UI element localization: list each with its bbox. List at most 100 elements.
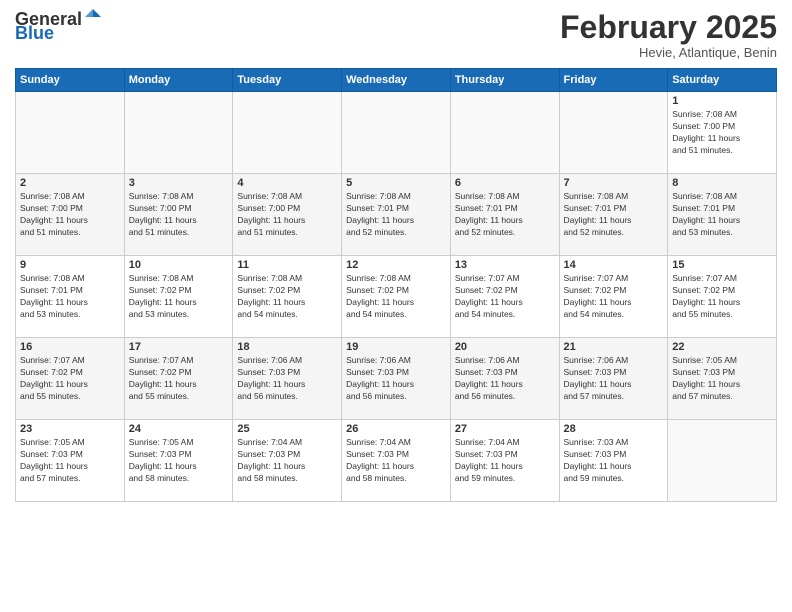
- calendar-cell: 23 Sunrise: 7:05 AMSunset: 7:03 PMDayligh…: [16, 420, 125, 502]
- calendar-cell: 28 Sunrise: 7:03 AMSunset: 7:03 PMDayligh…: [559, 420, 668, 502]
- calendar-cell: 19 Sunrise: 7:06 AMSunset: 7:03 PMDayligh…: [342, 338, 451, 420]
- day-info: Sunrise: 7:08 AMSunset: 7:02 PMDaylight:…: [129, 273, 229, 321]
- day-number: 18: [237, 341, 337, 353]
- calendar: SundayMondayTuesdayWednesdayThursdayFrid…: [15, 68, 777, 502]
- calendar-cell: 14Sunrise: 7:07 AMSunset: 7:02 PMDayligh…: [559, 256, 668, 338]
- day-info: Sunrise: 7:03 AMSunset: 7:03 PMDaylight:…: [564, 437, 664, 485]
- calendar-cell: 4 Sunrise: 7:08 AMSunset: 7:00 PMDaylight…: [233, 174, 342, 256]
- calendar-cell: 13 Sunrise: 7:07 AMSunset: 7:02 PMDayligh…: [450, 256, 559, 338]
- day-info: Sunrise: 7:06 AMSunset: 7:03 PMDaylight:…: [237, 355, 337, 403]
- calendar-cell: 25 Sunrise: 7:04 AMSunset: 7:03 PMDayligh…: [233, 420, 342, 502]
- day-number: 24: [129, 423, 229, 435]
- day-info: Sunrise: 7:08 AMSunset: 7:00 PMDaylight:…: [20, 191, 120, 239]
- day-info: Sunrise: 7:06 AMSunset: 7:03 PMDaylight:…: [455, 355, 555, 403]
- day-number: 2: [20, 177, 120, 189]
- month-title: February 2025: [560, 10, 777, 45]
- day-info: Sunrise: 7:07 AMSunset: 7:02 PMDaylight:…: [672, 273, 772, 321]
- day-number: 12: [346, 259, 446, 271]
- day-header-monday: Monday: [124, 69, 233, 92]
- calendar-cell: 11 Sunrise: 7:08 AMSunset: 7:02 PMDayligh…: [233, 256, 342, 338]
- day-info: Sunrise: 7:06 AMSunset: 7:03 PMDaylight:…: [564, 355, 664, 403]
- day-number: 1: [672, 95, 772, 107]
- day-info: Sunrise: 7:08 AMSunset: 7:00 PMDaylight:…: [129, 191, 229, 239]
- calendar-cell: [559, 92, 668, 174]
- calendar-cell: [233, 92, 342, 174]
- day-info: Sunrise: 7:04 AMSunset: 7:03 PMDaylight:…: [455, 437, 555, 485]
- calendar-cell: [16, 92, 125, 174]
- title-block: February 2025 Hevie, Atlantique, Benin: [560, 10, 777, 60]
- day-number: 15: [672, 259, 772, 271]
- calendar-header-row: SundayMondayTuesdayWednesdayThursdayFrid…: [16, 69, 777, 92]
- day-info: Sunrise: 7:07 AMSunset: 7:02 PMDaylight:…: [564, 273, 664, 321]
- day-number: 13: [455, 259, 555, 271]
- day-header-friday: Friday: [559, 69, 668, 92]
- page: General Blue February 2025 Hevie, Atlant…: [0, 0, 792, 612]
- calendar-week-row: 1 Sunrise: 7:08 AMSunset: 7:00 PMDaylight…: [16, 92, 777, 174]
- day-info: Sunrise: 7:08 AMSunset: 7:01 PMDaylight:…: [455, 191, 555, 239]
- day-number: 23: [20, 423, 120, 435]
- day-header-thursday: Thursday: [450, 69, 559, 92]
- day-number: 27: [455, 423, 555, 435]
- calendar-cell: 15 Sunrise: 7:07 AMSunset: 7:02 PMDayligh…: [668, 256, 777, 338]
- day-number: 4: [237, 177, 337, 189]
- calendar-cell: 10 Sunrise: 7:08 AMSunset: 7:02 PMDayligh…: [124, 256, 233, 338]
- day-number: 28: [564, 423, 664, 435]
- day-number: 8: [672, 177, 772, 189]
- day-number: 10: [129, 259, 229, 271]
- day-info: Sunrise: 7:08 AMSunset: 7:01 PMDaylight:…: [20, 273, 120, 321]
- day-number: 19: [346, 341, 446, 353]
- logo: General Blue: [15, 10, 103, 42]
- calendar-cell: 27 Sunrise: 7:04 AMSunset: 7:03 PMDayligh…: [450, 420, 559, 502]
- calendar-cell: 9 Sunrise: 7:08 AMSunset: 7:01 PMDaylight…: [16, 256, 125, 338]
- day-info: Sunrise: 7:08 AMSunset: 7:00 PMDaylight:…: [237, 191, 337, 239]
- day-info: Sunrise: 7:07 AMSunset: 7:02 PMDaylight:…: [455, 273, 555, 321]
- calendar-cell: [342, 92, 451, 174]
- day-number: 11: [237, 259, 337, 271]
- day-header-tuesday: Tuesday: [233, 69, 342, 92]
- calendar-cell: 5 Sunrise: 7:08 AMSunset: 7:01 PMDaylight…: [342, 174, 451, 256]
- day-info: Sunrise: 7:06 AMSunset: 7:03 PMDaylight:…: [346, 355, 446, 403]
- day-header-sunday: Sunday: [16, 69, 125, 92]
- calendar-cell: [668, 420, 777, 502]
- day-info: Sunrise: 7:07 AMSunset: 7:02 PMDaylight:…: [129, 355, 229, 403]
- calendar-cell: 12 Sunrise: 7:08 AMSunset: 7:02 PMDayligh…: [342, 256, 451, 338]
- calendar-cell: 1 Sunrise: 7:08 AMSunset: 7:00 PMDaylight…: [668, 92, 777, 174]
- day-number: 9: [20, 259, 120, 271]
- day-info: Sunrise: 7:08 AMSunset: 7:00 PMDaylight:…: [672, 109, 772, 157]
- day-info: Sunrise: 7:08 AMSunset: 7:02 PMDaylight:…: [346, 273, 446, 321]
- day-info: Sunrise: 7:08 AMSunset: 7:01 PMDaylight:…: [564, 191, 664, 239]
- day-info: Sunrise: 7:05 AMSunset: 7:03 PMDaylight:…: [20, 437, 120, 485]
- day-header-saturday: Saturday: [668, 69, 777, 92]
- calendar-week-row: 2 Sunrise: 7:08 AMSunset: 7:00 PMDaylight…: [16, 174, 777, 256]
- calendar-cell: 24 Sunrise: 7:05 AMSunset: 7:03 PMDayligh…: [124, 420, 233, 502]
- calendar-cell: 26 Sunrise: 7:04 AMSunset: 7:03 PMDayligh…: [342, 420, 451, 502]
- logo-icon: [83, 7, 103, 27]
- day-info: Sunrise: 7:08 AMSunset: 7:01 PMDaylight:…: [672, 191, 772, 239]
- day-number: 25: [237, 423, 337, 435]
- day-info: Sunrise: 7:08 AMSunset: 7:01 PMDaylight:…: [346, 191, 446, 239]
- calendar-cell: [450, 92, 559, 174]
- calendar-cell: 16Sunrise: 7:07 AMSunset: 7:02 PMDayligh…: [16, 338, 125, 420]
- day-info: Sunrise: 7:04 AMSunset: 7:03 PMDaylight:…: [346, 437, 446, 485]
- day-number: 6: [455, 177, 555, 189]
- calendar-cell: 17 Sunrise: 7:07 AMSunset: 7:02 PMDayligh…: [124, 338, 233, 420]
- day-info: Sunrise: 7:05 AMSunset: 7:03 PMDaylight:…: [672, 355, 772, 403]
- header: General Blue February 2025 Hevie, Atlant…: [15, 10, 777, 60]
- day-number: 26: [346, 423, 446, 435]
- calendar-cell: 3Sunrise: 7:08 AMSunset: 7:00 PMDaylight…: [124, 174, 233, 256]
- calendar-cell: 8 Sunrise: 7:08 AMSunset: 7:01 PMDaylight…: [668, 174, 777, 256]
- calendar-cell: 21Sunrise: 7:06 AMSunset: 7:03 PMDayligh…: [559, 338, 668, 420]
- day-header-wednesday: Wednesday: [342, 69, 451, 92]
- day-info: Sunrise: 7:08 AMSunset: 7:02 PMDaylight:…: [237, 273, 337, 321]
- calendar-cell: 2 Sunrise: 7:08 AMSunset: 7:00 PMDaylight…: [16, 174, 125, 256]
- day-number: 20: [455, 341, 555, 353]
- day-info: Sunrise: 7:04 AMSunset: 7:03 PMDaylight:…: [237, 437, 337, 485]
- day-info: Sunrise: 7:05 AMSunset: 7:03 PMDaylight:…: [129, 437, 229, 485]
- logo-blue-text: Blue: [15, 24, 54, 42]
- calendar-cell: 22 Sunrise: 7:05 AMSunset: 7:03 PMDayligh…: [668, 338, 777, 420]
- calendar-cell: 6 Sunrise: 7:08 AMSunset: 7:01 PMDaylight…: [450, 174, 559, 256]
- day-number: 17: [129, 341, 229, 353]
- day-number: 5: [346, 177, 446, 189]
- day-number: 22: [672, 341, 772, 353]
- calendar-week-row: 23 Sunrise: 7:05 AMSunset: 7:03 PMDayligh…: [16, 420, 777, 502]
